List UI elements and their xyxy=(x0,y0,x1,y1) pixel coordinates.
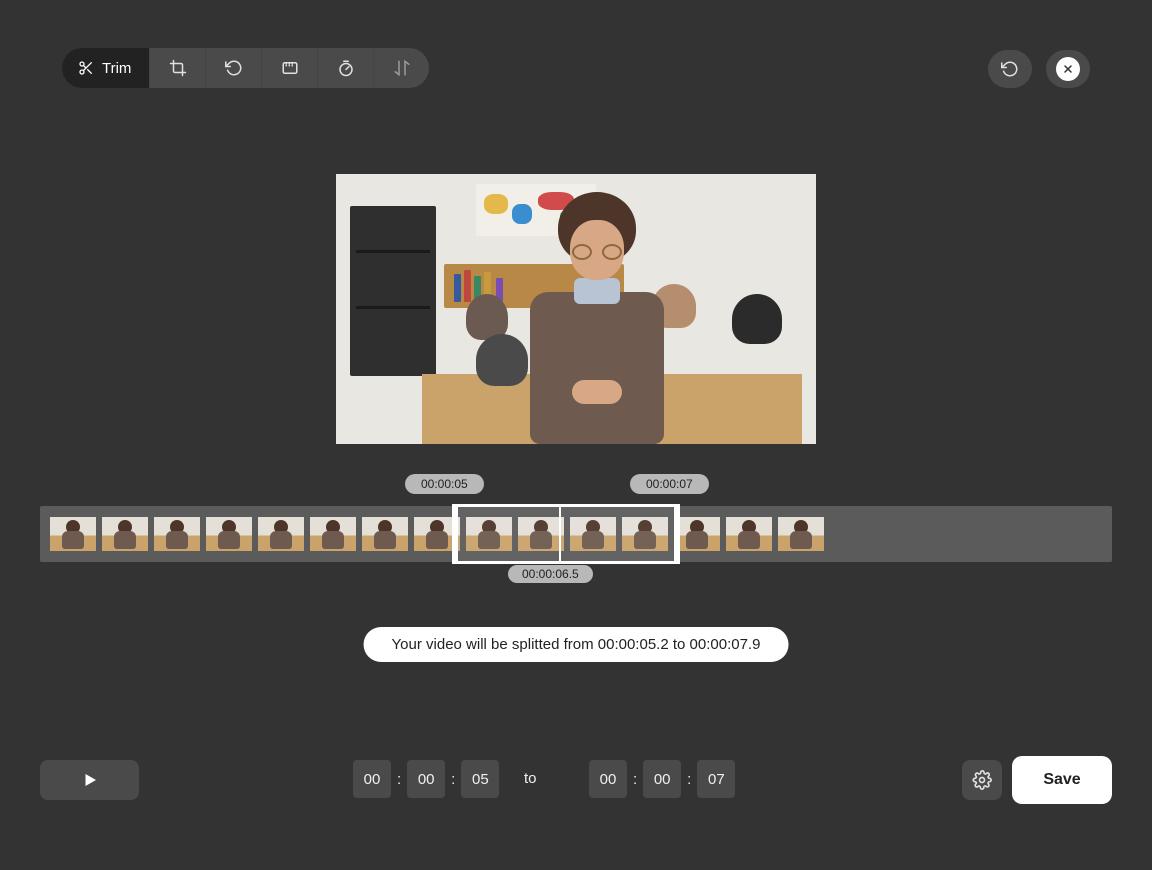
from-minutes-input[interactable]: 00 xyxy=(407,760,445,798)
to-minutes-input[interactable]: 00 xyxy=(643,760,681,798)
playhead-time-tag: 00:00:06.5 xyxy=(508,565,593,583)
split-info-message: Your video will be splitted from 00:00:0… xyxy=(364,627,789,662)
colon: : xyxy=(687,771,691,788)
rotate-ccw-icon xyxy=(225,59,243,77)
selection-start-tag: 00:00:05 xyxy=(405,474,484,494)
gear-icon xyxy=(972,770,992,790)
split-msg-to: 00:00:07.9 xyxy=(690,636,761,653)
timeline-thumb[interactable] xyxy=(102,517,148,551)
top-right-controls xyxy=(988,50,1090,88)
timeline-thumb[interactable] xyxy=(518,517,564,551)
to-seconds-input[interactable]: 07 xyxy=(697,760,735,798)
save-button[interactable]: Save xyxy=(1012,756,1112,804)
speed-tool-button[interactable] xyxy=(317,48,373,88)
timeline-track[interactable] xyxy=(40,506,1112,562)
undo-icon xyxy=(1001,60,1019,78)
selection-end-tag: 00:00:07 xyxy=(630,474,709,494)
trim-tool-button[interactable]: Trim xyxy=(62,48,149,88)
flip-tool-button[interactable] xyxy=(373,48,429,88)
crop-icon xyxy=(169,59,187,77)
selection-right-handle[interactable] xyxy=(674,507,680,561)
from-seconds-input[interactable]: 05 xyxy=(461,760,499,798)
video-trim-editor: Trim xyxy=(0,0,1152,870)
edit-toolbar: Trim xyxy=(62,48,429,88)
from-hours-input[interactable]: 00 xyxy=(353,760,391,798)
to-hours-input[interactable]: 00 xyxy=(589,760,627,798)
scissors-icon xyxy=(78,60,94,76)
colon: : xyxy=(633,771,637,788)
timeline-thumb[interactable] xyxy=(50,517,96,551)
resize-tool-button[interactable] xyxy=(261,48,317,88)
undo-button[interactable] xyxy=(988,50,1032,88)
split-msg-prefix: Your video will be splitted from xyxy=(392,636,598,653)
timeline-thumb[interactable] xyxy=(362,517,408,551)
selection-left-handle[interactable] xyxy=(452,507,458,561)
colon: : xyxy=(451,771,455,788)
trim-label: Trim xyxy=(102,60,131,77)
play-button[interactable] xyxy=(40,760,139,800)
close-icon xyxy=(1056,57,1080,81)
time-to-input-group: 00 : 00 : 07 xyxy=(589,760,735,798)
timeline-thumb[interactable] xyxy=(206,517,252,551)
timeline-thumb[interactable] xyxy=(258,517,304,551)
crop-tool-button[interactable] xyxy=(149,48,205,88)
play-icon xyxy=(81,771,99,789)
timeline-thumb[interactable] xyxy=(622,517,668,551)
timeline-thumb[interactable] xyxy=(154,517,200,551)
timeline-thumb[interactable] xyxy=(726,517,772,551)
rotate-tool-button[interactable] xyxy=(205,48,261,88)
split-msg-to-word: to xyxy=(673,636,690,653)
split-msg-from: 00:00:05.2 xyxy=(598,636,669,653)
timeline-thumb[interactable] xyxy=(570,517,616,551)
timeline-thumb[interactable] xyxy=(310,517,356,551)
timeline-thumb[interactable] xyxy=(674,517,720,551)
time-from-input-group: 00 : 00 : 05 xyxy=(353,760,499,798)
settings-button[interactable] xyxy=(962,760,1002,800)
timeline-thumb[interactable] xyxy=(466,517,512,551)
close-button[interactable] xyxy=(1046,50,1090,88)
video-preview[interactable] xyxy=(336,174,816,444)
colon: : xyxy=(397,771,401,788)
aspect-ratio-icon xyxy=(281,59,299,77)
to-separator-label: to xyxy=(524,770,537,787)
flip-icon xyxy=(393,59,411,77)
timeline-thumb[interactable] xyxy=(778,517,824,551)
speed-icon xyxy=(337,59,355,77)
